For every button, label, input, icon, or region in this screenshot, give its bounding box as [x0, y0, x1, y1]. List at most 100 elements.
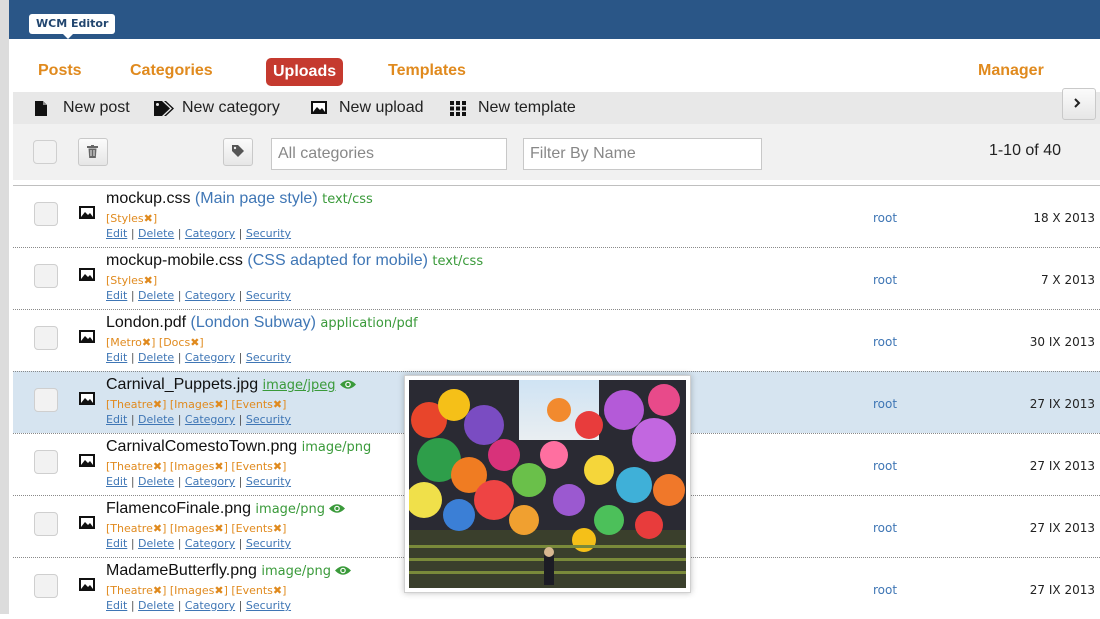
remove-category-icon[interactable]: ✖: [153, 584, 162, 597]
row-checkbox[interactable]: [34, 264, 58, 288]
remove-category-icon[interactable]: ✖: [273, 460, 282, 473]
owner[interactable]: root: [873, 583, 897, 597]
delete-selected-button[interactable]: [78, 138, 108, 166]
security-link[interactable]: Security: [246, 475, 291, 488]
delete-link[interactable]: Delete: [138, 599, 174, 612]
category-link[interactable]: Category: [185, 599, 235, 612]
new-category-button[interactable]: New category: [154, 98, 280, 118]
select-all-checkbox[interactable]: [33, 140, 57, 164]
category-link[interactable]: Category: [185, 351, 235, 364]
eye-icon[interactable]: [339, 379, 356, 390]
delete-link[interactable]: Delete: [138, 351, 174, 364]
category-tag: Events: [235, 460, 273, 473]
table-row[interactable]: mockup.css (Main page style) text/css [S…: [13, 185, 1100, 247]
category-link[interactable]: Category: [185, 413, 235, 426]
remove-category-icon[interactable]: ✖: [214, 584, 223, 597]
category-filter-input[interactable]: [271, 138, 507, 170]
edit-link[interactable]: Edit: [106, 413, 127, 426]
remove-category-icon[interactable]: ✖: [214, 460, 223, 473]
mime-type-link[interactable]: image/jpeg: [263, 378, 336, 393]
remove-category-icon[interactable]: ✖: [153, 460, 162, 473]
category-tags: [Theatre✖] [Images✖] [Events✖]: [106, 522, 287, 535]
edit-link[interactable]: Edit: [106, 599, 127, 612]
owner[interactable]: root: [873, 459, 897, 473]
category-tag: Images: [174, 398, 215, 411]
file-name[interactable]: mockup.css: [106, 190, 190, 207]
owner[interactable]: root: [873, 397, 897, 411]
tags-icon: [154, 101, 174, 116]
category-tag: Theatre: [110, 522, 153, 535]
remove-category-icon[interactable]: ✖: [273, 522, 282, 535]
owner[interactable]: root: [873, 521, 897, 535]
remove-category-icon[interactable]: ✖: [153, 522, 162, 535]
new-template-button[interactable]: New template: [450, 98, 576, 118]
remove-category-icon[interactable]: ✖: [214, 522, 223, 535]
remove-category-icon[interactable]: ✖: [273, 398, 282, 411]
row-checkbox[interactable]: [34, 388, 58, 412]
edit-link[interactable]: Edit: [106, 289, 127, 302]
category-tag: Metro: [110, 336, 142, 349]
row-checkbox[interactable]: [34, 450, 58, 474]
security-link[interactable]: Security: [246, 599, 291, 612]
table-row[interactable]: mockup-mobile.css (CSS adapted for mobil…: [13, 247, 1100, 309]
remove-category-icon[interactable]: ✖: [214, 398, 223, 411]
remove-category-icon[interactable]: ✖: [273, 584, 282, 597]
date: 27 IX 2013: [1029, 583, 1095, 597]
remove-category-icon[interactable]: ✖: [144, 274, 153, 287]
file-name[interactable]: FlamencoFinale.png: [106, 500, 251, 517]
remove-category-icon[interactable]: ✖: [144, 212, 153, 225]
delete-link[interactable]: Delete: [138, 289, 174, 302]
row-actions: Edit | Delete | Category | Security: [106, 227, 291, 240]
separator: |: [238, 599, 243, 612]
tab-manager[interactable]: Manager: [978, 61, 1044, 81]
owner[interactable]: root: [873, 273, 897, 287]
row-checkbox[interactable]: [34, 326, 58, 350]
edit-link[interactable]: Edit: [106, 475, 127, 488]
edit-link[interactable]: Edit: [106, 227, 127, 240]
security-link[interactable]: Security: [246, 289, 291, 302]
document-icon: [35, 101, 47, 116]
file-name[interactable]: CarnivalComestoTown.png: [106, 438, 297, 455]
tab-templates[interactable]: Templates: [388, 61, 466, 81]
file-name[interactable]: mockup-mobile.css: [106, 252, 243, 269]
delete-link[interactable]: Delete: [138, 227, 174, 240]
row-checkbox[interactable]: [34, 202, 58, 226]
next-page-button[interactable]: [1062, 88, 1096, 120]
remove-category-icon[interactable]: ✖: [142, 336, 151, 349]
delete-link[interactable]: Delete: [138, 413, 174, 426]
new-upload-button[interactable]: New upload: [311, 98, 424, 118]
security-link[interactable]: Security: [246, 537, 291, 550]
row-checkbox[interactable]: [34, 574, 58, 598]
category-link[interactable]: Category: [185, 475, 235, 488]
edit-link[interactable]: Edit: [106, 537, 127, 550]
row-checkbox[interactable]: [34, 512, 58, 536]
mime-type: text/css: [432, 254, 484, 269]
table-row[interactable]: London.pdf (London Subway) application/p…: [13, 309, 1100, 371]
category-link[interactable]: Category: [185, 537, 235, 550]
new-post-button[interactable]: New post: [35, 98, 130, 118]
owner[interactable]: root: [873, 211, 897, 225]
delete-link[interactable]: Delete: [138, 537, 174, 550]
remove-category-icon[interactable]: ✖: [153, 398, 162, 411]
file-name[interactable]: London.pdf: [106, 314, 186, 331]
delete-link[interactable]: Delete: [138, 475, 174, 488]
name-filter-input[interactable]: [523, 138, 762, 170]
category-tags: [Styles✖]: [106, 274, 158, 287]
tab-categories[interactable]: Categories: [130, 61, 213, 81]
eye-icon[interactable]: [329, 503, 346, 514]
tab-uploads[interactable]: Uploads: [266, 58, 344, 86]
security-link[interactable]: Security: [246, 413, 291, 426]
file-name[interactable]: MadameButterfly.png: [106, 562, 257, 579]
category-link[interactable]: Category: [185, 227, 235, 240]
assign-category-button[interactable]: [223, 138, 253, 166]
eye-icon[interactable]: [334, 565, 351, 576]
separator: |: [177, 475, 182, 488]
owner[interactable]: root: [873, 335, 897, 349]
security-link[interactable]: Security: [246, 227, 291, 240]
file-name[interactable]: Carnival_Puppets.jpg: [106, 376, 258, 393]
remove-category-icon[interactable]: ✖: [190, 336, 199, 349]
tab-posts[interactable]: Posts: [38, 61, 82, 81]
category-link[interactable]: Category: [185, 289, 235, 302]
security-link[interactable]: Security: [246, 351, 291, 364]
edit-link[interactable]: Edit: [106, 351, 127, 364]
